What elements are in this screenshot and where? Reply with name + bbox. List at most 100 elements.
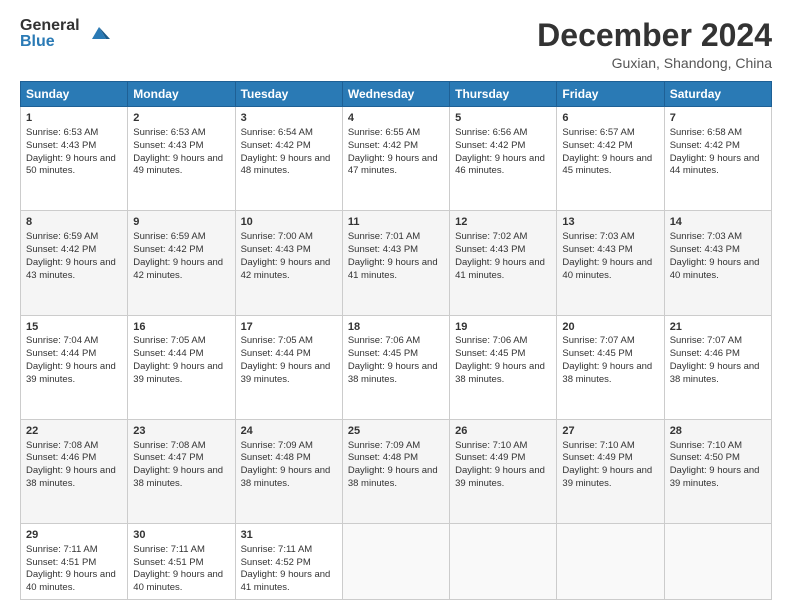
day-number: 20 xyxy=(562,320,658,335)
calendar-cell: 28Sunrise: 7:10 AMSunset: 4:50 PMDayligh… xyxy=(664,419,771,523)
calendar-cell: 7Sunrise: 6:58 AMSunset: 4:42 PMDaylight… xyxy=(664,107,771,211)
sunset-text: Sunset: 4:50 PM xyxy=(670,452,740,463)
daylight-text: Daylight: 9 hours and 40 minutes. xyxy=(670,257,760,281)
sunrise-text: Sunrise: 7:05 AM xyxy=(241,335,313,346)
day-number: 10 xyxy=(241,215,337,230)
day-number: 31 xyxy=(241,528,337,543)
sunset-text: Sunset: 4:45 PM xyxy=(348,348,418,359)
daylight-text: Daylight: 9 hours and 43 minutes. xyxy=(26,257,116,281)
calendar-cell: 16Sunrise: 7:05 AMSunset: 4:44 PMDayligh… xyxy=(128,315,235,419)
daylight-text: Daylight: 9 hours and 39 minutes. xyxy=(562,465,652,489)
sunset-text: Sunset: 4:43 PM xyxy=(348,244,418,255)
sunset-text: Sunset: 4:44 PM xyxy=(241,348,311,359)
daylight-text: Daylight: 9 hours and 38 minutes. xyxy=(348,361,438,385)
day-number: 29 xyxy=(26,528,122,543)
calendar-cell: 26Sunrise: 7:10 AMSunset: 4:49 PMDayligh… xyxy=(450,419,557,523)
daylight-text: Daylight: 9 hours and 41 minutes. xyxy=(241,569,331,593)
day-number: 1 xyxy=(26,111,122,126)
sunrise-text: Sunrise: 7:05 AM xyxy=(133,335,205,346)
day-number: 13 xyxy=(562,215,658,230)
day-number: 17 xyxy=(241,320,337,335)
sunrise-text: Sunrise: 6:53 AM xyxy=(26,127,98,138)
daylight-text: Daylight: 9 hours and 38 minutes. xyxy=(670,361,760,385)
daylight-text: Daylight: 9 hours and 40 minutes. xyxy=(26,569,116,593)
sunrise-text: Sunrise: 6:56 AM xyxy=(455,127,527,138)
day-number: 7 xyxy=(670,111,766,126)
sunrise-text: Sunrise: 7:09 AM xyxy=(348,440,420,451)
day-number: 2 xyxy=(133,111,229,126)
sunrise-text: Sunrise: 7:10 AM xyxy=(670,440,742,451)
sunset-text: Sunset: 4:43 PM xyxy=(26,140,96,151)
sunrise-text: Sunrise: 6:53 AM xyxy=(133,127,205,138)
day-number: 25 xyxy=(348,424,444,439)
month-title: December 2024 xyxy=(537,18,772,53)
calendar-cell: 30Sunrise: 7:11 AMSunset: 4:51 PMDayligh… xyxy=(128,523,235,599)
day-number: 16 xyxy=(133,320,229,335)
day-number: 18 xyxy=(348,320,444,335)
day-number: 3 xyxy=(241,111,337,126)
daylight-text: Daylight: 9 hours and 41 minutes. xyxy=(348,257,438,281)
sunset-text: Sunset: 4:42 PM xyxy=(455,140,525,151)
calendar-cell: 3Sunrise: 6:54 AMSunset: 4:42 PMDaylight… xyxy=(235,107,342,211)
sunset-text: Sunset: 4:43 PM xyxy=(670,244,740,255)
daylight-text: Daylight: 9 hours and 38 minutes. xyxy=(241,465,331,489)
calendar-cell: 5Sunrise: 6:56 AMSunset: 4:42 PMDaylight… xyxy=(450,107,557,211)
location: Guxian, Shandong, China xyxy=(537,55,772,71)
daylight-text: Daylight: 9 hours and 45 minutes. xyxy=(562,153,652,177)
sunrise-text: Sunrise: 7:02 AM xyxy=(455,231,527,242)
calendar-cell: 9Sunrise: 6:59 AMSunset: 4:42 PMDaylight… xyxy=(128,211,235,315)
day-number: 5 xyxy=(455,111,551,126)
day-number: 24 xyxy=(241,424,337,439)
calendar-cell: 21Sunrise: 7:07 AMSunset: 4:46 PMDayligh… xyxy=(664,315,771,419)
sunset-text: Sunset: 4:46 PM xyxy=(26,452,96,463)
calendar-cell: 20Sunrise: 7:07 AMSunset: 4:45 PMDayligh… xyxy=(557,315,664,419)
day-number: 15 xyxy=(26,320,122,335)
sunset-text: Sunset: 4:49 PM xyxy=(455,452,525,463)
sunrise-text: Sunrise: 7:07 AM xyxy=(562,335,634,346)
sunset-text: Sunset: 4:47 PM xyxy=(133,452,203,463)
daylight-text: Daylight: 9 hours and 42 minutes. xyxy=(133,257,223,281)
sunrise-text: Sunrise: 7:08 AM xyxy=(26,440,98,451)
sunrise-text: Sunrise: 7:10 AM xyxy=(562,440,634,451)
daylight-text: Daylight: 9 hours and 40 minutes. xyxy=(133,569,223,593)
sunset-text: Sunset: 4:45 PM xyxy=(455,348,525,359)
sunrise-text: Sunrise: 6:59 AM xyxy=(133,231,205,242)
day-header-tuesday: Tuesday xyxy=(235,82,342,107)
sunrise-text: Sunrise: 7:10 AM xyxy=(455,440,527,451)
calendar-cell xyxy=(450,523,557,599)
sunrise-text: Sunrise: 6:58 AM xyxy=(670,127,742,138)
calendar-cell: 13Sunrise: 7:03 AMSunset: 4:43 PMDayligh… xyxy=(557,211,664,315)
sunrise-text: Sunrise: 7:03 AM xyxy=(670,231,742,242)
day-number: 6 xyxy=(562,111,658,126)
calendar-cell: 11Sunrise: 7:01 AMSunset: 4:43 PMDayligh… xyxy=(342,211,449,315)
sunset-text: Sunset: 4:42 PM xyxy=(348,140,418,151)
sunset-text: Sunset: 4:51 PM xyxy=(133,557,203,568)
calendar-cell: 17Sunrise: 7:05 AMSunset: 4:44 PMDayligh… xyxy=(235,315,342,419)
calendar-cell: 31Sunrise: 7:11 AMSunset: 4:52 PMDayligh… xyxy=(235,523,342,599)
calendar-cell: 24Sunrise: 7:09 AMSunset: 4:48 PMDayligh… xyxy=(235,419,342,523)
page: General Blue December 2024 Guxian, Shand… xyxy=(0,0,792,612)
week-row-1: 1Sunrise: 6:53 AMSunset: 4:43 PMDaylight… xyxy=(21,107,772,211)
sunrise-text: Sunrise: 7:06 AM xyxy=(455,335,527,346)
sunset-text: Sunset: 4:43 PM xyxy=(562,244,632,255)
day-header-friday: Friday xyxy=(557,82,664,107)
day-number: 22 xyxy=(26,424,122,439)
logo-blue: Blue xyxy=(20,34,80,50)
week-row-3: 15Sunrise: 7:04 AMSunset: 4:44 PMDayligh… xyxy=(21,315,772,419)
sunset-text: Sunset: 4:46 PM xyxy=(670,348,740,359)
calendar-cell xyxy=(664,523,771,599)
sunset-text: Sunset: 4:48 PM xyxy=(348,452,418,463)
calendar-header-row: SundayMondayTuesdayWednesdayThursdayFrid… xyxy=(21,82,772,107)
calendar-table: SundayMondayTuesdayWednesdayThursdayFrid… xyxy=(20,81,772,600)
daylight-text: Daylight: 9 hours and 38 minutes. xyxy=(26,465,116,489)
sunrise-text: Sunrise: 6:59 AM xyxy=(26,231,98,242)
daylight-text: Daylight: 9 hours and 42 minutes. xyxy=(241,257,331,281)
calendar-cell: 23Sunrise: 7:08 AMSunset: 4:47 PMDayligh… xyxy=(128,419,235,523)
sunset-text: Sunset: 4:48 PM xyxy=(241,452,311,463)
calendar-cell xyxy=(557,523,664,599)
calendar-cell: 29Sunrise: 7:11 AMSunset: 4:51 PMDayligh… xyxy=(21,523,128,599)
sunrise-text: Sunrise: 7:11 AM xyxy=(241,544,313,555)
daylight-text: Daylight: 9 hours and 38 minutes. xyxy=(133,465,223,489)
sunrise-text: Sunrise: 7:11 AM xyxy=(133,544,205,555)
sunset-text: Sunset: 4:42 PM xyxy=(26,244,96,255)
